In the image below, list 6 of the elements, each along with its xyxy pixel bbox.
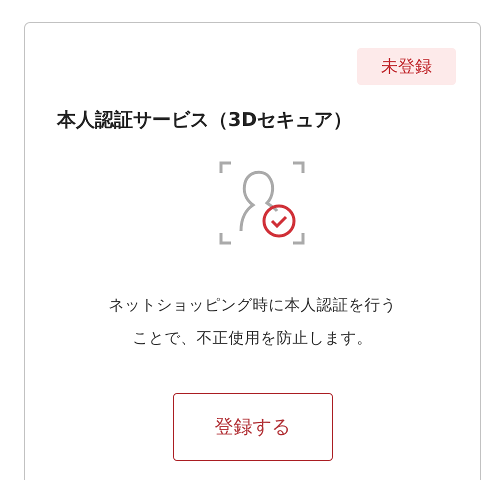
register-button[interactable]: 登録する xyxy=(172,393,332,461)
status-badge: 未登録 xyxy=(357,48,456,85)
user-check-icon xyxy=(218,161,304,245)
card-title: 本人認証サービス（3Dセキュア） xyxy=(56,108,353,133)
description-text: ことで、不正使用を防止します。 xyxy=(132,328,372,349)
description-text: ネットショッピング時に本人認証を行う xyxy=(108,295,396,316)
